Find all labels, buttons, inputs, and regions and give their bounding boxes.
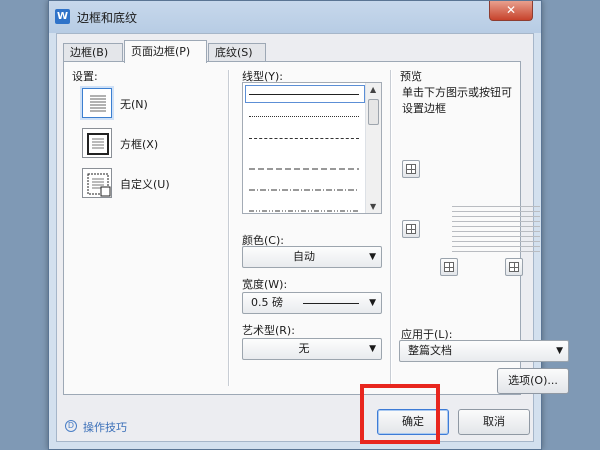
cancel-button[interactable]: 取消 (458, 409, 530, 435)
border-bottom-icon (406, 224, 416, 234)
border-left-icon (444, 262, 454, 272)
divider (390, 70, 392, 386)
bottom-border-toggle[interactable] (402, 220, 420, 238)
tab-borders[interactable]: 边框(B) (63, 43, 123, 62)
red-highlight-box (360, 384, 440, 444)
setting-box-label[interactable]: 方框(X) (120, 136, 158, 152)
chevron-down-icon: ▼ (369, 344, 376, 354)
art-dropdown[interactable]: 无 ▼ (242, 338, 382, 360)
dialog-client-area: 边框(B) 页面边框(P) 底纹(S) 设置: 无(N) 方框(X) 自定义(U… (56, 33, 569, 442)
setting-custom-label[interactable]: 自定义(U) (120, 176, 170, 192)
setting-box-icon[interactable] (82, 128, 112, 158)
color-dropdown[interactable]: 自动 ▼ (242, 246, 382, 268)
apply-to-dropdown[interactable]: 整篇文档 ▼ (399, 340, 569, 362)
chevron-down-icon: ▼ (369, 252, 376, 262)
help-circle-icon[interactable]: D (65, 420, 77, 432)
scroll-thumb[interactable] (368, 99, 379, 125)
chevron-down-icon: ▼ (369, 298, 376, 308)
settings-label: 设置: (72, 70, 98, 83)
wps-app-icon: W (55, 9, 70, 24)
preview-label: 预览 (400, 70, 422, 83)
preview-page[interactable] (452, 206, 540, 256)
line-style-list[interactable]: ▲ ▼ (242, 82, 382, 214)
tab-page-border[interactable]: 页面边框(P) (124, 40, 207, 63)
width-label: 宽度(W): (242, 278, 288, 291)
art-value: 无 (298, 342, 310, 355)
border-top-icon (406, 164, 416, 174)
left-border-toggle[interactable] (440, 258, 458, 276)
chevron-down-icon: ▼ (556, 346, 563, 356)
top-border-toggle[interactable] (402, 160, 420, 178)
scroll-up-arrow-icon[interactable]: ▲ (370, 85, 376, 94)
width-dropdown[interactable]: 0.5 磅 ▼ (242, 292, 382, 314)
line-style-dashed[interactable] (249, 138, 359, 139)
setting-custom-icon[interactable] (82, 168, 112, 198)
line-style-solid[interactable] (249, 94, 359, 95)
preview-hint: 单击下方图示或按钮可设置边框 (402, 86, 512, 115)
options-button[interactable]: 选项(O)... (497, 368, 569, 394)
art-label: 艺术型(R): (242, 324, 295, 337)
right-border-toggle[interactable] (505, 258, 523, 276)
border-right-icon (509, 262, 519, 272)
title-bar: W 边框和底纹 ✕ (49, 1, 541, 33)
color-value: 自动 (293, 250, 315, 263)
tips-link[interactable]: 操作技巧 (83, 419, 127, 435)
dialog-title: 边框和底纹 (77, 11, 138, 25)
tab-shading[interactable]: 底纹(S) (208, 43, 266, 62)
setting-none-icon[interactable] (82, 88, 112, 118)
border-shading-dialog: W 边框和底纹 ✕ 边框(B) 页面边框(P) 底纹(S) 设置: 无(N) 方… (48, 0, 569, 450)
width-line-sample (303, 303, 359, 304)
apply-to-value: 整篇文档 (408, 344, 452, 357)
line-style-scrollbar[interactable]: ▲ ▼ (365, 83, 381, 213)
setting-none-label[interactable]: 无(N) (120, 96, 148, 112)
divider (228, 70, 230, 386)
scroll-down-arrow-icon[interactable]: ▼ (370, 202, 376, 211)
close-button[interactable]: ✕ (489, 1, 533, 21)
line-style-dotted[interactable] (249, 116, 359, 117)
